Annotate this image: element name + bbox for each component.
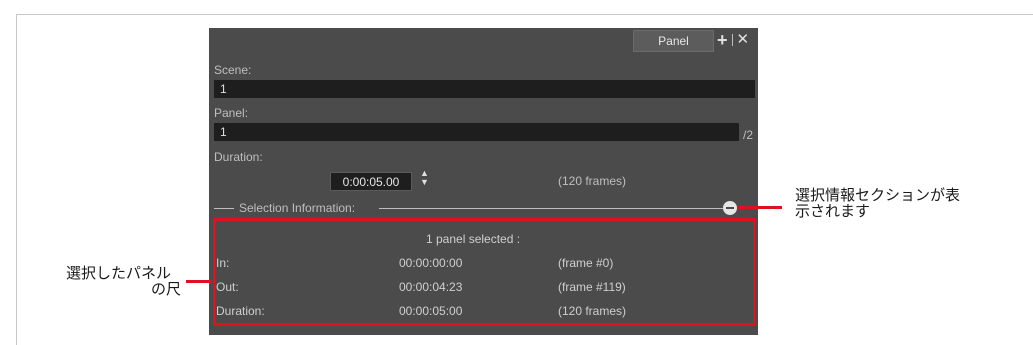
duration-row-label: Duration: [216, 304, 265, 318]
callout-line-left [186, 280, 212, 283]
close-icon[interactable]: ✕ [737, 31, 750, 49]
scene-label: Scene: [214, 63, 252, 77]
tab-controls: + ✕ [717, 31, 749, 49]
duration-row-frames: (120 frames) [558, 304, 627, 318]
out-label: Out: [216, 280, 239, 294]
panel-properties-view: Panel + ✕ Scene: 1 Panel: 1 /2 Duration:… [209, 28, 758, 335]
tab-panel[interactable]: Panel [633, 30, 714, 52]
annotation-right-line1: 選択情報セクションが表 [795, 187, 961, 204]
duration-input[interactable]: 0:00:05.00 [330, 172, 412, 191]
in-label: In: [216, 256, 230, 270]
collapse-section-icon[interactable] [723, 201, 737, 215]
duration-stepper[interactable]: ▲ ▼ [420, 169, 429, 187]
panel-label: Panel: [214, 106, 249, 120]
tab-separator [731, 34, 733, 46]
panel-field[interactable]: 1 [214, 123, 739, 141]
annotation-left-line1: 選択したパネル [66, 265, 172, 282]
duration-label: Duration: [214, 150, 263, 164]
duration-row-time: 00:00:05:00 [399, 304, 463, 318]
duration-frames: (120 frames) [558, 174, 627, 188]
out-time: 00:00:04:23 [399, 280, 463, 294]
scene-field[interactable]: 1 [214, 80, 755, 98]
callout-line-right [737, 206, 782, 209]
in-time: 00:00:00:00 [399, 256, 463, 270]
section-divider-left [214, 208, 234, 209]
out-frame: (frame #119) [558, 280, 626, 294]
in-frame: (frame #0) [558, 256, 614, 270]
annotation-left-line2: の尺 [151, 281, 182, 298]
selection-count: 1 panel selected : [426, 232, 521, 246]
selection-section-title: Selection Information: [239, 201, 356, 215]
annotation-right-line2: 示されます [795, 203, 871, 220]
panel-total: /2 [743, 128, 754, 142]
add-tab-icon[interactable]: + [717, 31, 728, 49]
section-divider-right [379, 208, 723, 209]
